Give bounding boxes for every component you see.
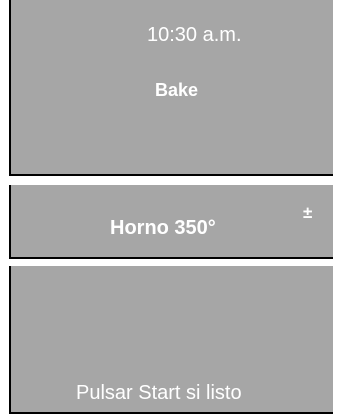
prompt-panel: Pulsar Start si listo	[9, 266, 333, 414]
start-prompt: Pulsar Start si listo	[76, 382, 242, 404]
temperature-panel[interactable]: Horno 350° ±	[9, 185, 333, 259]
clock-mode-panel: 10:30 a.m. Bake	[9, 0, 333, 176]
temperature-adjust-button[interactable]: ±	[303, 203, 312, 223]
cooking-mode: Bake	[155, 80, 199, 100]
oven-temperature: Horno 350°	[110, 217, 216, 239]
clock-time: 10:30 a.m.	[147, 24, 242, 46]
